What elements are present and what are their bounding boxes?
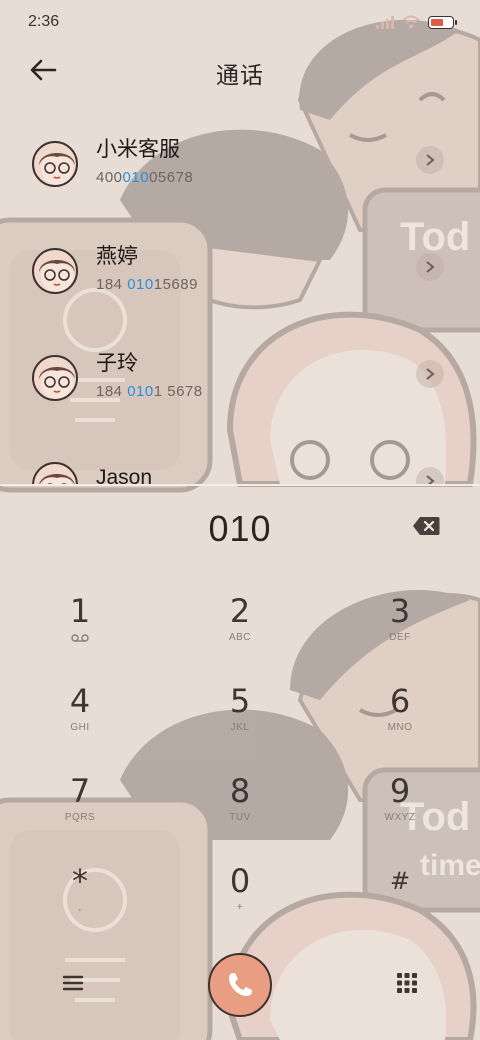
key-2[interactable]: 2 ABC xyxy=(180,592,300,662)
key-6[interactable]: 6 MNO xyxy=(340,682,460,752)
key-0[interactable]: 0 + xyxy=(180,862,300,932)
contact-detail-button[interactable] xyxy=(416,360,444,388)
call-button[interactable] xyxy=(208,953,272,1017)
chevron-right-icon xyxy=(426,154,435,166)
contact-item[interactable]: 小米客服 40001005678 xyxy=(0,110,480,217)
contact-name: 小米客服 xyxy=(96,138,180,161)
contact-item[interactable]: Jason xyxy=(0,431,480,484)
key-4[interactable]: 4 GHI xyxy=(20,682,140,752)
chevron-right-icon xyxy=(426,368,435,380)
contact-name: 燕婷 xyxy=(96,245,138,268)
battery-icon xyxy=(428,15,457,29)
key-5[interactable]: 5 JKL xyxy=(180,682,300,752)
dialpad-toggle-button[interactable] xyxy=(396,972,418,996)
contact-name: Jason xyxy=(96,465,153,485)
contact-detail-button[interactable] xyxy=(416,253,444,281)
avatar xyxy=(32,140,78,187)
key-3[interactable]: 3 DEF xyxy=(340,592,460,662)
status-time: 2:36 xyxy=(28,13,60,30)
avatar xyxy=(32,247,78,294)
contact-detail-button[interactable] xyxy=(416,146,444,174)
backspace-button[interactable] xyxy=(412,516,442,538)
contact-item[interactable]: 子玲 184 0101 5678 xyxy=(0,324,480,431)
key-star[interactable]: * , xyxy=(20,862,140,932)
divider xyxy=(0,484,480,486)
backspace-icon xyxy=(413,517,440,535)
contact-number: 184 01015689 xyxy=(96,276,198,293)
dialed-number: 010 xyxy=(208,508,272,549)
menu-icon xyxy=(62,975,84,991)
key-1[interactable]: 1 xyxy=(20,592,140,662)
dialpad-icon xyxy=(397,973,417,993)
page-title: 通话 xyxy=(216,62,264,88)
key-7[interactable]: 7 PQRS xyxy=(20,772,140,842)
header: 通话 xyxy=(0,44,480,96)
key-8[interactable]: 8 TUV xyxy=(180,772,300,842)
avatar xyxy=(32,354,78,401)
chevron-right-icon xyxy=(426,475,435,484)
contact-list: 小米客服 40001005678 燕婷 184 01015689 子玲 184 … xyxy=(0,110,480,484)
chevron-right-icon xyxy=(426,261,435,273)
status-icons xyxy=(376,15,457,29)
contact-item[interactable]: 燕婷 184 01015689 xyxy=(0,217,480,324)
avatar xyxy=(32,461,78,484)
signal-icon xyxy=(376,15,394,29)
contact-number: 184 0101 5678 xyxy=(96,383,203,400)
voicemail-icon xyxy=(71,634,89,642)
contact-detail-button[interactable] xyxy=(416,467,444,484)
key-9[interactable]: 9 WXYZ xyxy=(340,772,460,842)
contact-name: 子玲 xyxy=(96,352,138,375)
phone-icon xyxy=(229,973,252,996)
key-hash[interactable]: # xyxy=(340,862,460,932)
contact-number: 40001005678 xyxy=(96,169,194,186)
wifi-icon xyxy=(402,15,420,29)
status-bar: 2:36 xyxy=(0,0,480,44)
menu-button[interactable] xyxy=(62,974,86,994)
